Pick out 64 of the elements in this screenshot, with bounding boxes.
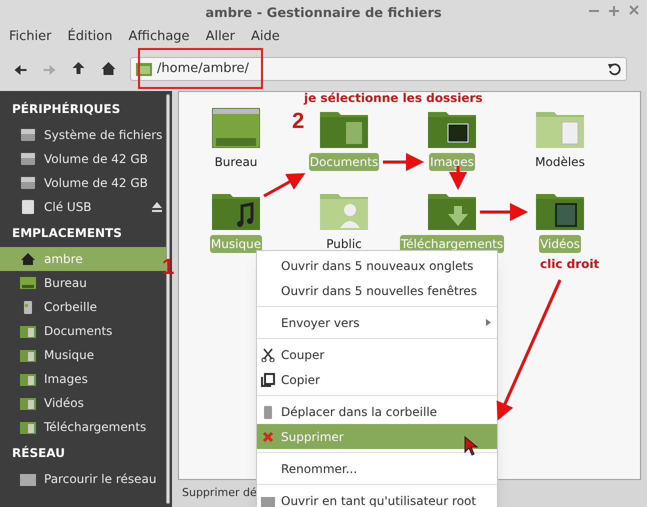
- trash-icon: [261, 404, 275, 418]
- menu-item[interactable]: Affichage: [128, 27, 190, 47]
- reload-icon[interactable]: [608, 62, 621, 76]
- menu-item[interactable]: Aide: [251, 27, 280, 47]
- scissors-icon: [261, 348, 275, 362]
- folder-icon: [20, 471, 36, 487]
- sidebar-item[interactable]: Volume de 42 GB: [0, 171, 166, 195]
- section-heading: PÉRIPHÉRIQUES: [11, 100, 122, 118]
- sidebar-item[interactable]: Images: [0, 367, 166, 391]
- drive-icon: [20, 175, 36, 191]
- section-heading: EMPLACEMENTS: [11, 225, 123, 242]
- back-arrow-icon[interactable]: [14, 62, 29, 76]
- menu-item[interactable]: Édition: [68, 27, 112, 47]
- home-icon[interactable]: [101, 62, 116, 76]
- menu-item[interactable]: Aller: [206, 27, 236, 47]
- window-title: ambre - Gestionnaire de fichiers: [205, 4, 442, 23]
- menu-item[interactable]: Renommer...: [257, 456, 497, 481]
- sidebar-item[interactable]: Volume de 42 GB: [0, 147, 166, 171]
- arrow: [480, 203, 528, 221]
- sidebar-item[interactable]: Musique: [0, 343, 166, 367]
- drive-icon: [20, 151, 36, 167]
- menu-item[interactable]: Copier: [257, 367, 497, 392]
- usb-drive-icon: [20, 199, 36, 215]
- sidebar-item[interactable]: Clé USB: [0, 195, 166, 219]
- sidebar-item[interactable]: Parcourir le réseau: [0, 467, 166, 491]
- caption-text: je sélectionne les dossiers: [304, 92, 483, 104]
- file-label[interactable]: Modèles: [534, 153, 586, 171]
- caption-text: clic droit: [540, 258, 600, 270]
- menu-item[interactable]: Ouvrir dans 5 nouveaux onglets: [257, 253, 497, 278]
- sidebar-item[interactable]: Téléchargements: [0, 415, 166, 439]
- file-label[interactable]: Bureau: [214, 153, 258, 171]
- mouse-cursor-icon: [464, 436, 478, 456]
- folder-icon: [20, 347, 36, 363]
- menu-item[interactable]: Couper: [257, 342, 497, 367]
- desktop-icon: [212, 108, 260, 148]
- desktop-icon: [20, 275, 36, 291]
- drive-icon: [20, 127, 36, 143]
- menu-item[interactable]: Ouvrir dans 5 nouvelles fenêtres: [257, 278, 497, 303]
- sidebar-item[interactable]: Vidéos: [0, 391, 166, 415]
- home-icon: [20, 251, 36, 267]
- sidebar-item[interactable]: Documents: [0, 319, 166, 343]
- maximize-icon[interactable]: [609, 4, 619, 16]
- menu-item[interactable]: Déplacer dans la corbeille: [257, 399, 497, 424]
- sidebar-item[interactable]: Corbeille: [0, 295, 166, 319]
- arrow: [263, 173, 306, 198]
- folder-icon: [20, 323, 36, 339]
- sidebar-item[interactable]: Système de fichiers: [0, 123, 166, 147]
- folder-icon: [20, 419, 36, 435]
- close-icon[interactable]: [629, 4, 639, 16]
- menu-item[interactable]: Ouvrir en tant qu'utilisateur root: [257, 488, 497, 507]
- arrow: [383, 153, 424, 171]
- path-field[interactable]: /home/ambre/: [130, 57, 627, 81]
- eject-icon[interactable]: [152, 202, 162, 212]
- step-number: 2: [292, 110, 304, 132]
- copy-icon: [261, 372, 275, 386]
- menu-item[interactable]: Fichier: [9, 27, 52, 47]
- folder-icon: [20, 395, 36, 411]
- status-text: Supprimer dé: [182, 485, 257, 502]
- menu-item[interactable]: Envoyer vers: [257, 310, 497, 335]
- folder-icon: [20, 371, 36, 387]
- section-heading: RÉSEAU: [11, 444, 66, 462]
- cross-icon: [261, 430, 275, 444]
- up-arrow-icon[interactable]: [72, 62, 87, 76]
- file-label[interactable]: Public: [325, 235, 363, 253]
